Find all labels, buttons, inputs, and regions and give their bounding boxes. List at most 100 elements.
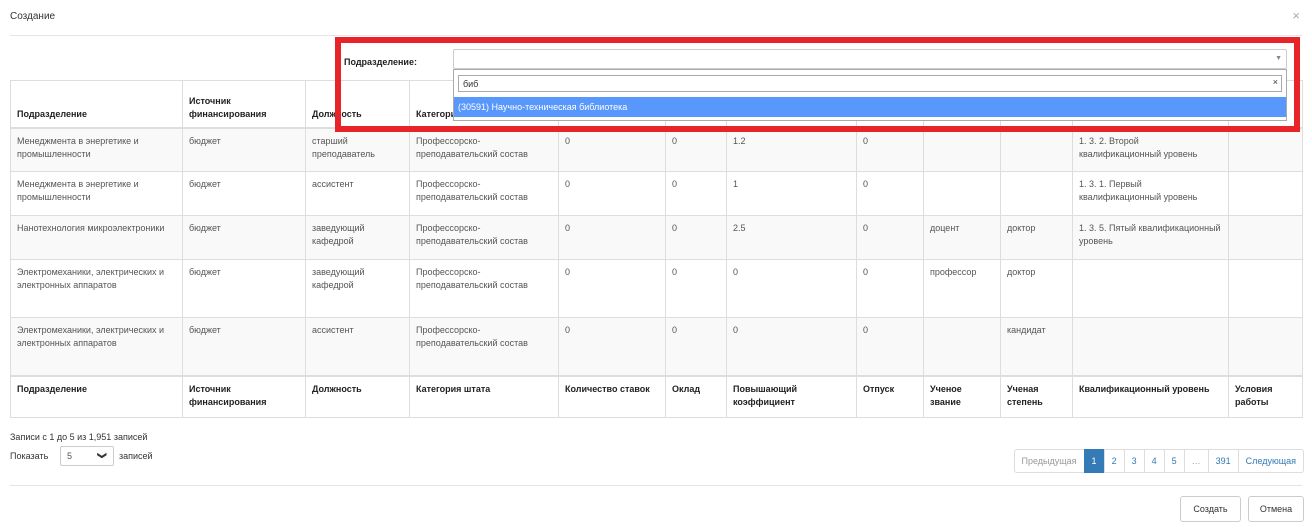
pagination-page-3[interactable]: 3 bbox=[1123, 449, 1145, 473]
table-cell: 0 bbox=[558, 259, 666, 318]
close-icon[interactable]: × bbox=[1292, 8, 1300, 23]
table-cell bbox=[1228, 317, 1303, 376]
table-cell: профессор bbox=[923, 259, 1001, 318]
table-cell: Нанотехнология микроэлектроники bbox=[10, 215, 183, 260]
table-cell: ассистент bbox=[305, 171, 410, 216]
col-footer-academic-title: Ученое звание bbox=[923, 374, 1001, 418]
col-footer-funding: Источник финансирования bbox=[182, 374, 306, 418]
table-cell bbox=[1000, 127, 1073, 172]
pagination-page-2[interactable]: 2 bbox=[1103, 449, 1125, 473]
page-length-select[interactable]: 5 ❯ bbox=[60, 446, 114, 466]
table-cell: бюджет bbox=[182, 171, 306, 216]
table-cell: заведующий кафедрой bbox=[305, 215, 410, 260]
pagination-page-5[interactable]: 5 bbox=[1163, 449, 1185, 473]
pagination-ellipsis: … bbox=[1183, 449, 1209, 473]
chevron-down-icon: ▼ bbox=[1275, 55, 1282, 62]
table-cell: Профессорско-преподавательский состав bbox=[409, 215, 559, 260]
col-footer-coefficient: Повышающий коэффициент bbox=[726, 374, 857, 418]
table-cell bbox=[1228, 259, 1303, 318]
chevron-down-icon: ❯ bbox=[97, 451, 108, 460]
table-cell: Менеджмента в энергетике и промышленност… bbox=[10, 171, 183, 216]
dropdown-option[interactable]: (30591) Научно-техническая библиотека bbox=[454, 97, 1286, 117]
table-cell bbox=[1228, 215, 1303, 260]
table-cell bbox=[923, 127, 1001, 172]
table-cell: бюджет bbox=[182, 215, 306, 260]
table-cell: заведующий кафедрой bbox=[305, 259, 410, 318]
table-cell: 0 bbox=[726, 259, 857, 318]
col-footer-salary: Оклад bbox=[665, 374, 727, 418]
page-length-suffix: записей bbox=[119, 451, 153, 461]
table-cell: 1. 3. 2. Второй квалификационный уровень bbox=[1072, 127, 1229, 172]
table-cell: 0 bbox=[856, 215, 924, 260]
table-cell: 0 bbox=[856, 259, 924, 318]
table-cell: 1.2 bbox=[726, 127, 857, 172]
table-cell bbox=[1228, 127, 1303, 172]
table-cell: 0 bbox=[558, 317, 666, 376]
table-cell: 0 bbox=[665, 317, 727, 376]
table-row[interactable]: Электромеханики, электрических и электро… bbox=[10, 259, 1303, 318]
col-footer-degree: Ученая степень bbox=[1000, 374, 1073, 418]
table-cell: 0 bbox=[856, 317, 924, 376]
table-cell: доктор bbox=[1000, 215, 1073, 260]
table-cell: 0 bbox=[558, 171, 666, 216]
table-cell: Профессорско-преподавательский состав bbox=[409, 259, 559, 318]
table-cell: 0 bbox=[665, 259, 727, 318]
table-cell: Электромеханики, электрических и электро… bbox=[10, 317, 183, 376]
col-header-funding[interactable]: Источник финансирования bbox=[182, 80, 306, 129]
page-length-label: Показать bbox=[10, 451, 49, 461]
table-row[interactable]: Электромеханики, электрических и электро… bbox=[10, 317, 1303, 376]
col-footer-conditions: Условия работы bbox=[1228, 374, 1303, 418]
pagination-page-1[interactable]: 1 bbox=[1083, 449, 1105, 473]
table-cell: ассистент bbox=[305, 317, 410, 376]
table-cell: доктор bbox=[1000, 259, 1073, 318]
records-info: Записи с 1 до 5 из 1,951 записей bbox=[10, 432, 148, 442]
table-cell: Электромеханики, электрических и электро… bbox=[10, 259, 183, 318]
table-cell bbox=[1000, 171, 1073, 216]
col-header-position[interactable]: Должность bbox=[305, 80, 410, 129]
footer-divider bbox=[10, 485, 1302, 486]
header-divider bbox=[10, 35, 1302, 36]
table-cell: бюджет bbox=[182, 127, 306, 172]
table-cell: 0 bbox=[558, 127, 666, 172]
cancel-button[interactable]: Отмена bbox=[1248, 496, 1304, 522]
clear-search-icon[interactable]: × bbox=[1273, 77, 1278, 87]
table-cell: бюджет bbox=[182, 259, 306, 318]
table-cell: Менеджмента в энергетике и промышленност… bbox=[10, 127, 183, 172]
modal-title: Создание bbox=[10, 11, 56, 22]
col-footer-vacation: Отпуск bbox=[856, 374, 924, 418]
pagination-page-last[interactable]: 391 bbox=[1207, 449, 1239, 473]
col-header-department[interactable]: Подразделение bbox=[10, 80, 183, 129]
table-cell: кандидат bbox=[1000, 317, 1073, 376]
table-cell bbox=[923, 317, 1001, 376]
table-cell bbox=[923, 171, 1001, 216]
table-cell bbox=[1072, 259, 1229, 318]
pagination-page-4[interactable]: 4 bbox=[1143, 449, 1165, 473]
create-button[interactable]: Создать bbox=[1180, 496, 1241, 522]
table-cell: 0 bbox=[665, 171, 727, 216]
col-footer-qualification: Квалификационный уровень bbox=[1072, 374, 1229, 418]
table-cell: доцент bbox=[923, 215, 1001, 260]
table-cell: 0 bbox=[665, 127, 727, 172]
table-cell: 2.5 bbox=[726, 215, 857, 260]
pagination-prev[interactable]: Предыдущая bbox=[1013, 449, 1085, 473]
table-row[interactable]: Менеджмента в энергетике и промышленност… bbox=[10, 127, 1303, 172]
table-row[interactable]: Нанотехнология микроэлектроники бюджет зав… bbox=[10, 215, 1303, 260]
col-footer-position: Должность bbox=[305, 374, 410, 418]
table-cell: 0 bbox=[665, 215, 727, 260]
table-cell: бюджет bbox=[182, 317, 306, 376]
table-cell: 0 bbox=[726, 317, 857, 376]
pagination-next[interactable]: Следующая bbox=[1237, 449, 1304, 473]
table-cell bbox=[1072, 317, 1229, 376]
department-select[interactable]: ▼ bbox=[453, 49, 1287, 69]
col-footer-category: Категория штата bbox=[409, 374, 559, 418]
table-row[interactable]: Менеджмента в энергетике и промышленност… bbox=[10, 171, 1303, 216]
table-cell: 1 bbox=[726, 171, 857, 216]
department-search-input[interactable] bbox=[458, 75, 1282, 92]
department-dropdown: × (30591) Научно-техническая библиотека bbox=[453, 69, 1287, 121]
table-cell: 0 bbox=[558, 215, 666, 260]
table-body: Менеджмента в энергетике и промышленност… bbox=[10, 127, 1303, 376]
table-cell: Профессорско-преподавательский состав bbox=[409, 127, 559, 172]
table-cell: 0 bbox=[856, 171, 924, 216]
pagination: Предыдущая 1 2 3 4 5 … 391 Следующая bbox=[1013, 449, 1304, 473]
col-footer-department: Подразделение bbox=[10, 374, 183, 418]
